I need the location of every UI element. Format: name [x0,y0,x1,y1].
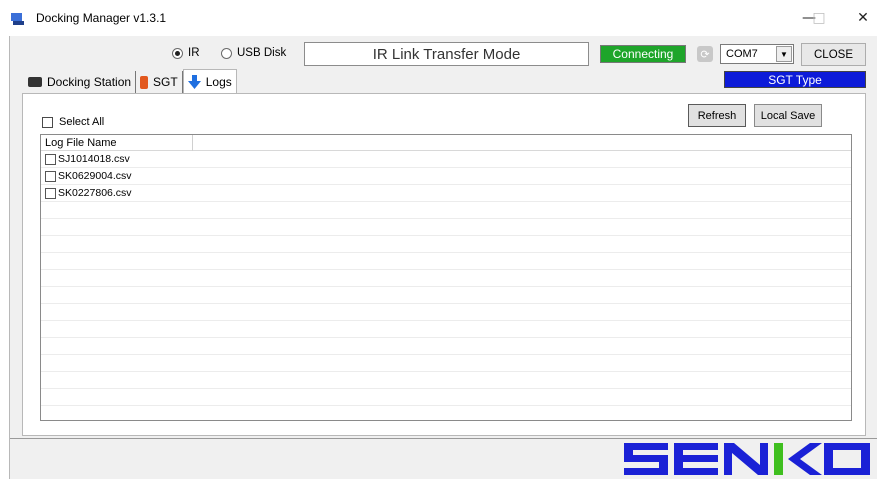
device-type-badge: SGT Type [724,71,866,88]
senko-logo [624,443,870,475]
log-file-name: SK0629004.csv [58,170,132,182]
com-port-value: COM7 [726,48,758,60]
list-header: Log File Name [41,135,851,151]
tab-docking-station[interactable]: Docking Station [24,71,137,93]
tab-logs-label: Logs [205,74,232,89]
radio-ir-indicator[interactable] [172,47,183,59]
radio-ir[interactable]: IR [172,47,200,59]
empty-row [41,219,851,236]
empty-row [41,270,851,287]
local-save-button[interactable]: Local Save [754,104,822,127]
chevron-down-icon[interactable]: ▼ [776,46,792,62]
tab-sgt-label: SGT [153,75,178,89]
main-client-area: IR USB Disk IR Link Transfer Mode Connec… [9,36,877,479]
radio-usb-disk[interactable]: USB Disk [221,47,286,59]
tab-sgt[interactable]: SGT [136,71,183,93]
radio-usb-label: USB Disk [237,47,287,59]
log-file-name: SJ1014018.csv [58,153,130,165]
app-icon [11,13,24,25]
com-port-select[interactable]: COM7 ▼ [720,44,794,64]
sgt-device-icon [140,75,149,89]
row-checkbox[interactable] [45,187,56,199]
log-file-list[interactable]: Log File Name SJ1014018.csv SK0629004.cs… [40,134,852,421]
download-arrow-icon [187,74,201,89]
list-item[interactable]: SJ1014018.csv [41,151,851,168]
empty-row [41,253,851,270]
log-file-name: SK0227806.csv [58,187,132,199]
list-item[interactable]: SK0629004.csv [41,168,851,185]
empty-row [41,202,851,219]
list-item[interactable]: SK0227806.csv [41,185,851,202]
empty-row [41,338,851,355]
docking-station-icon [28,77,42,87]
logs-panel: Select All Refresh Local Save Log File N… [22,93,866,436]
maximize-button[interactable]: □ [796,0,842,36]
column-header-log-file-name[interactable]: Log File Name [41,135,193,151]
select-all-label: Select All [59,116,105,128]
empty-row [41,287,851,304]
transfer-mode-display: IR Link Transfer Mode [304,42,589,66]
tab-logs[interactable]: Logs [182,69,237,93]
empty-row [41,389,851,406]
row-checkbox[interactable] [45,153,56,165]
list-rows: SJ1014018.csv SK0629004.csv SK0227806.cs… [41,151,851,420]
close-button[interactable]: CLOSE [801,43,866,66]
empty-row [41,304,851,321]
empty-row [41,372,851,389]
radio-ir-label: IR [188,47,200,59]
radio-usb-indicator[interactable] [221,47,232,59]
divider [10,438,877,439]
select-all-checkbox-box[interactable] [42,116,53,128]
empty-row [41,321,851,338]
select-all-checkbox[interactable]: Select All [42,116,104,128]
empty-row [41,406,851,420]
title-bar: Docking Manager v1.3.1 — □ ✕ [0,0,877,36]
empty-row [41,236,851,253]
tab-docking-station-label: Docking Station [47,75,132,89]
tab-bar: Docking Station SGT Logs [24,69,237,93]
reconnect-icon[interactable]: ⟳ [697,46,713,62]
window-title: Docking Manager v1.3.1 [36,11,167,25]
connection-status-badge: Connecting [600,45,686,63]
empty-row [41,355,851,372]
close-window-button[interactable]: ✕ [840,0,877,36]
refresh-button[interactable]: Refresh [688,104,746,127]
row-checkbox[interactable] [45,170,56,182]
